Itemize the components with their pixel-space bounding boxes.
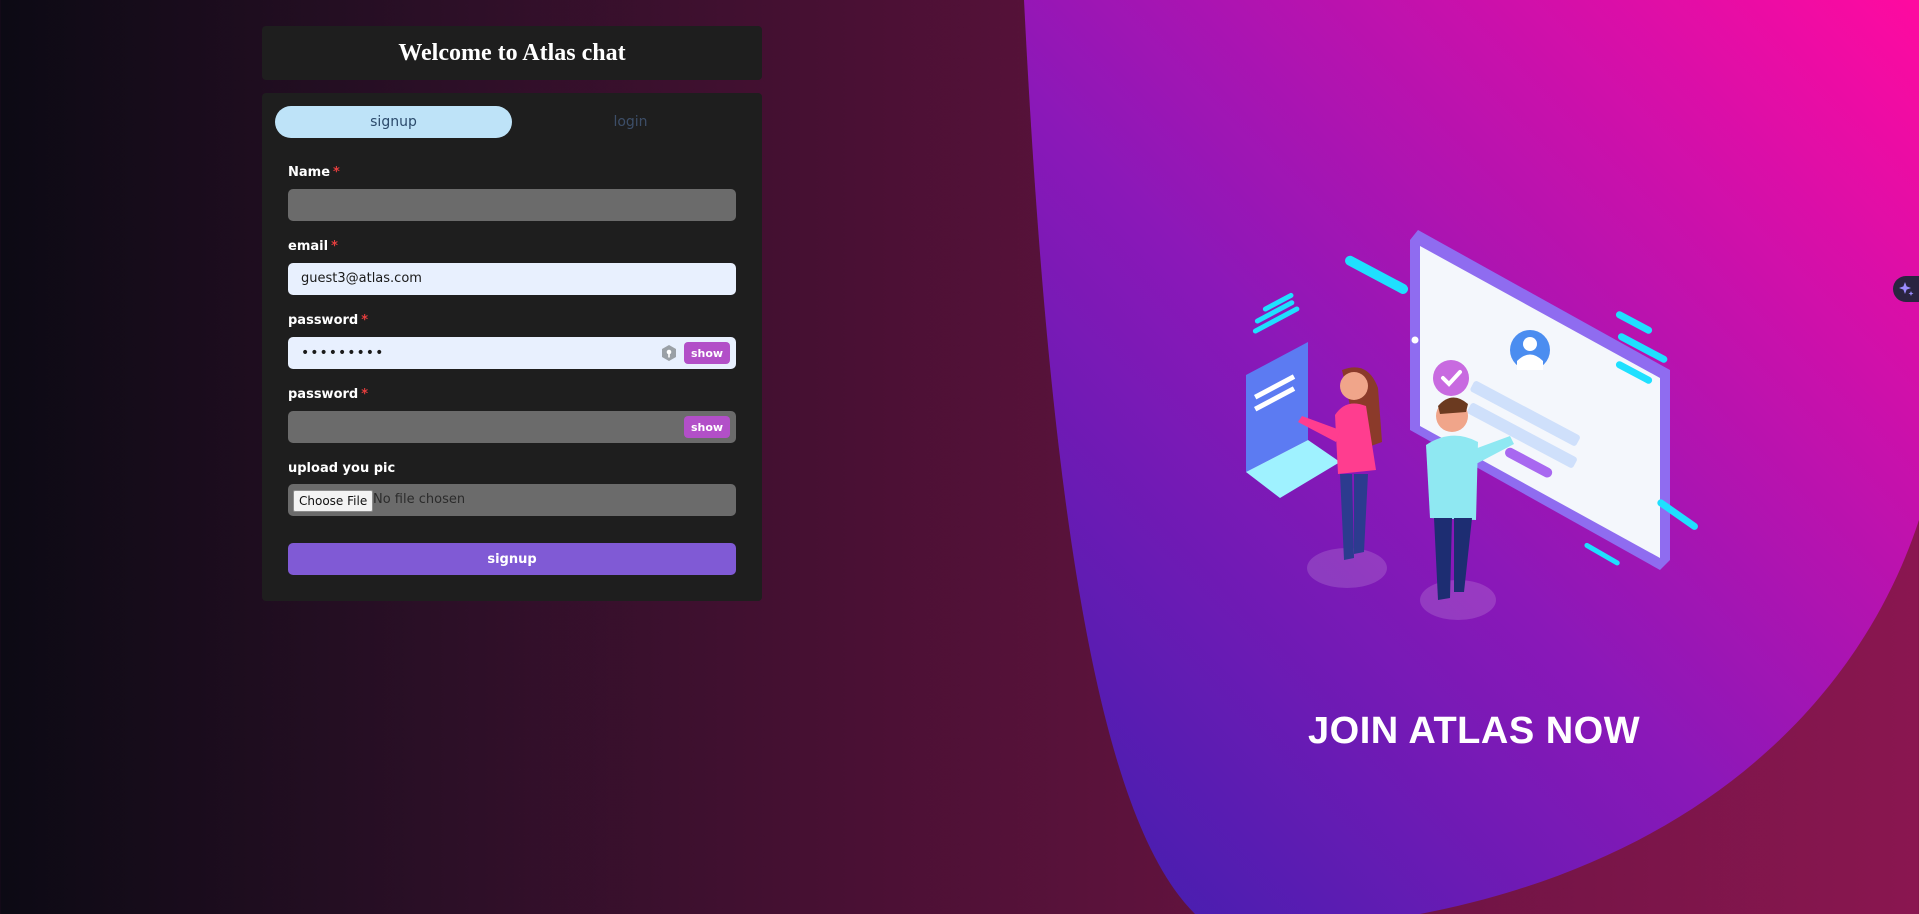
password-input[interactable]: ••••••••• show — [288, 337, 736, 369]
signup-illustration — [1246, 230, 1698, 620]
auth-form-card: signup login Name * email * guest3@atlas.c… — [262, 93, 762, 601]
required-mark: * — [331, 239, 338, 254]
form-card-illustration — [1246, 342, 1340, 498]
email-input[interactable]: guest3@atlas.com — [288, 263, 736, 295]
show-confirm-password-button[interactable]: show — [684, 416, 730, 438]
email-input-value: guest3@atlas.com — [301, 271, 422, 286]
required-mark: * — [333, 165, 340, 180]
signup-button[interactable]: signup — [288, 543, 736, 575]
welcome-header: Welcome to Atlas chat — [262, 26, 762, 80]
join-headline: JOIN ATLAS NOW — [1308, 710, 1641, 752]
tab-login[interactable]: login — [512, 106, 749, 138]
upload-label: upload you pic — [288, 461, 396, 476]
checkmark-icon — [1433, 360, 1469, 396]
name-label-text: Name — [288, 165, 331, 180]
confirm-password-label: password * — [288, 387, 368, 402]
required-mark: * — [361, 313, 369, 328]
key-icon[interactable] — [660, 344, 678, 362]
choose-file-button[interactable]: Choose File — [293, 490, 374, 512]
sparkle-icon — [1899, 282, 1914, 296]
show-password-button[interactable]: show — [684, 342, 730, 364]
auth-tabs: signup login — [275, 106, 749, 138]
password-input-value: ••••••••• — [301, 345, 385, 361]
upload-pic-input[interactable]: Choose File No file chosen — [288, 484, 736, 516]
tab-signup[interactable]: signup — [275, 106, 512, 138]
confirm-password-input[interactable]: show — [288, 411, 736, 443]
page-title: Welcome to Atlas chat — [398, 39, 626, 66]
name-input[interactable] — [288, 189, 736, 221]
password-label: password * — [288, 313, 368, 328]
file-status: No file chosen — [373, 492, 466, 507]
confirm-password-label-text: password — [288, 387, 359, 402]
name-label: Name * — [288, 165, 340, 180]
email-label: email * — [288, 239, 338, 254]
required-mark: * — [361, 387, 369, 402]
password-label-text: password — [288, 313, 359, 328]
extension-button[interactable] — [1893, 276, 1919, 302]
email-label-text: email — [288, 239, 329, 254]
